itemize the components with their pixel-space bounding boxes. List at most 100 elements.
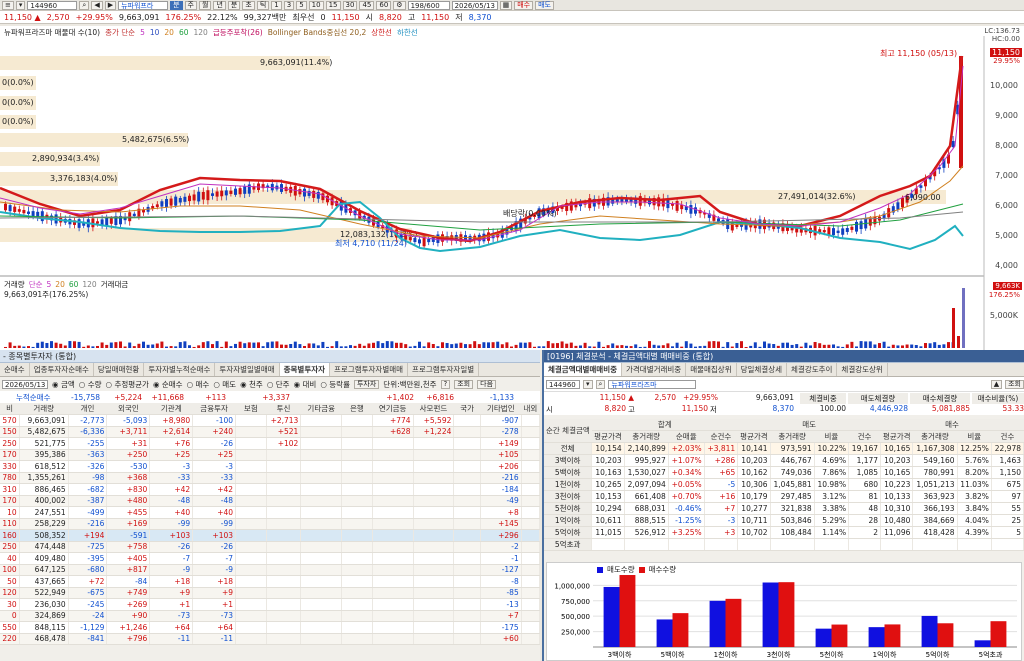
period-button-min[interactable]: 분 <box>227 0 241 10</box>
minute-60[interactable]: 60 <box>376 0 392 10</box>
table-row[interactable]: 1천이하 10,265 2,097,094 +0.05% -5 10,306 1,045,8… <box>544 478 1024 491</box>
table-row[interactable]: 10 247,551 -499 +455 +40 +40 +8 <box>0 506 540 519</box>
search-button[interactable]: 조회 <box>454 379 474 389</box>
investor-select-button[interactable]: 투자자 <box>353 379 380 389</box>
minute-1[interactable]: 1 <box>271 0 282 10</box>
trade-search-icon[interactable]: ⌕ <box>595 379 606 389</box>
table-row[interactable]: 0 324,869 -24 +90 -73 -73 +7 <box>0 610 540 622</box>
radio-buy[interactable]: ○ 매수 <box>187 379 210 390</box>
table-row[interactable]: 220 468,478 -841 +796 -11 -11 +60 <box>0 633 540 645</box>
arrow-down-icon[interactable]: ▾ <box>15 0 26 10</box>
radio-net-buy[interactable]: ◉ 순매수 <box>153 379 183 390</box>
table-row[interactable]: 3백이하 10,203 995,927 +1.07% +286 10,203 446,767… <box>544 454 1024 467</box>
minute-45[interactable]: 45 <box>359 0 375 10</box>
table-cell: +169 <box>106 518 151 530</box>
radio-diff[interactable]: ◉ 대비 <box>294 379 317 390</box>
minute-5[interactable]: 5 <box>296 0 307 10</box>
period-button-week[interactable]: 주 <box>184 0 197 10</box>
trade-up-icon[interactable]: ▲ <box>990 379 1003 389</box>
period-button-sec[interactable]: 초 <box>242 0 255 10</box>
tab-program-investor[interactable]: 프로그램투자자별매매 <box>330 363 409 376</box>
tab-investor-cumulative[interactable]: 투자자별누적순매수 <box>144 363 216 376</box>
table-row[interactable]: 30 236,030 -245 +269 +1 +1 -13 <box>0 598 540 611</box>
table-row[interactable]: 5억이하 11,015 526,912 +3.25% +3 10,702 108,484 1.… <box>544 526 1024 539</box>
table-row[interactable]: 250 521,775 -255 +31 +76 -26 +102 +149 <box>0 437 540 450</box>
table-row[interactable]: 170 395,386 -363 +250 +25 +25 +105 <box>0 449 540 461</box>
price-change: 2,570 <box>46 12 70 22</box>
table-row[interactable]: 160 508,352 +194 -591 +103 +103 +296 <box>0 529 540 542</box>
table-row[interactable]: 전체 10,154 2,140,899 +2.03% +3,811 10,141 973,5… <box>544 442 1024 455</box>
radio-thousand-shares[interactable]: ◉ 천주 <box>240 379 263 390</box>
table-row[interactable]: 330 618,512 -326 -530 -3 -3 +206 <box>0 460 540 473</box>
tab-strength-top[interactable]: 체결강도상위 <box>837 363 888 376</box>
table-row[interactable]: 40 409,480 -395 +405 -7 -7 -1 <box>0 552 540 565</box>
table-row[interactable]: 570 9,663,091 -2,773 -5,093 +8,980 -100 +2,713… <box>0 414 540 427</box>
search-icon[interactable]: ⌕ <box>79 0 90 10</box>
tab-amount-ratio[interactable]: 체결금액대별매매비중 <box>544 363 622 376</box>
table-row[interactable]: 5백이하 10,163 1,530,027 +0.34% +65 10,162 749,03… <box>544 466 1024 479</box>
next-icon[interactable]: ▶ <box>104 0 117 10</box>
period-button-month[interactable]: 월 <box>199 0 212 10</box>
tab-daily-trade[interactable]: 당일매매현황 <box>94 363 145 376</box>
table-row[interactable]: 5천이하 10,294 688,031 -0.46% +7 10,277 321,838 3.… <box>544 502 1024 515</box>
table-row[interactable]: 3천이하 10,153 661,408 +0.70% +16 10,179 297,485 3… <box>544 490 1024 503</box>
menu-icon[interactable]: ≡ <box>2 0 14 10</box>
table-row[interactable]: 50 437,665 +72 -84 +18 +18 -8 <box>0 575 540 588</box>
table-row[interactable]: 5억초과 <box>544 538 1024 551</box>
table-row[interactable]: 150 5,482,675 -6,336 +3,711 +2,614 +240 +521 +6… <box>0 426 540 438</box>
date-field[interactable]: 2026/05/13 <box>451 0 498 10</box>
minute-3[interactable]: 3 <box>283 0 295 10</box>
table-row[interactable]: 310 886,465 -682 +830 +42 +42 -184 <box>0 483 540 496</box>
table-cell: 10,165 <box>880 466 914 479</box>
tab-stock-investor[interactable]: 종목별투자자 <box>279 363 331 376</box>
period-button-year[interactable]: 년 <box>213 0 226 10</box>
table-cell <box>521 598 540 611</box>
tab-program-daily[interactable]: 프로그램투자자일별 <box>408 363 480 376</box>
period-button-minute-active[interactable]: 분 <box>170 0 183 10</box>
next-button[interactable]: 다음 <box>477 379 497 389</box>
trade-code-dropdown-icon[interactable]: ▾ <box>583 379 593 389</box>
radio-amount[interactable]: ◉ 금액 <box>52 379 75 390</box>
page-counter[interactable]: 198/600 <box>407 0 450 10</box>
tab-strength-trend[interactable]: 체결강도추이 <box>787 363 838 376</box>
radio-sell[interactable]: ○ 매도 <box>213 379 236 390</box>
minute-10[interactable]: 10 <box>308 0 324 10</box>
trade-search-button[interactable]: 조회 <box>1005 379 1024 389</box>
tab-trade-detail[interactable]: 당일체결상세 <box>737 363 788 376</box>
investor-date-field[interactable]: 2026/05/13 <box>2 379 48 389</box>
volume-bar <box>441 342 444 348</box>
settings-icon[interactable]: ⚙ <box>393 0 406 10</box>
price-chart[interactable]: 뉴파워프라즈마 매물대 수(10) 종가 단순 5 10 20 60 120 급… <box>0 26 1024 350</box>
help-button[interactable]: ? <box>440 379 451 389</box>
prev-icon[interactable]: ◀ <box>91 0 103 10</box>
period-button-tick[interactable]: 틱 <box>256 0 270 10</box>
buy-button[interactable]: 매수 <box>514 0 534 10</box>
table-row[interactable]: 170 400,002 -387 +480 -48 -48 -49 <box>0 495 540 507</box>
volume-bar <box>901 345 904 348</box>
table-row[interactable]: 250 474,448 -725 +758 -26 -26 -2 <box>0 541 540 553</box>
tab-price-ratio[interactable]: 가격대별거래비중 <box>622 363 687 376</box>
bid-price: 11,150 <box>331 12 360 22</box>
calendar-icon[interactable]: ▦ <box>499 0 513 10</box>
tab-net-buy[interactable]: 순매수 <box>0 363 30 376</box>
minute-30[interactable]: 30 <box>342 0 358 10</box>
table-row[interactable]: 1억이하 10,611 888,515 -1.25% -3 10,711 503,846 5.… <box>544 514 1024 527</box>
trade-code-input[interactable]: 144960 <box>546 379 580 389</box>
table-cell: +16 <box>704 490 739 503</box>
table-row[interactable]: 550 848,115 -1,129 +1,246 +64 +64 -175 <box>0 621 540 634</box>
radio-single-shares[interactable]: ○ 단주 <box>267 379 290 390</box>
tab-accumulation[interactable]: 매물매집상위 <box>686 363 737 376</box>
tab-investor-daily[interactable]: 투자자별일별매매 <box>215 363 280 376</box>
table-row[interactable]: 120 522,949 -675 +749 +9 +9 -85 <box>0 587 540 599</box>
sell-button[interactable]: 매도 <box>535 0 554 10</box>
table-row[interactable]: 100 647,125 -680 +817 -9 -9 -127 <box>0 564 540 576</box>
radio-rate[interactable]: ○ 등락률 <box>320 379 350 390</box>
minute-15[interactable]: 15 <box>325 0 341 10</box>
radio-quantity[interactable]: ○ 수량 <box>79 379 102 390</box>
table-row[interactable]: 780 1,355,261 -98 +368 -33 -33 -216 <box>0 472 540 484</box>
stock-code-input[interactable]: 144960 <box>27 0 78 10</box>
tab-sector-investor[interactable]: 업종투자자순매수 <box>30 363 94 376</box>
table-row[interactable]: 110 258,229 -216 +169 -99 -99 +145 <box>0 518 540 530</box>
radio-avg-price[interactable]: ○ 추정평균가 <box>106 379 149 390</box>
volume-bar <box>735 343 739 348</box>
